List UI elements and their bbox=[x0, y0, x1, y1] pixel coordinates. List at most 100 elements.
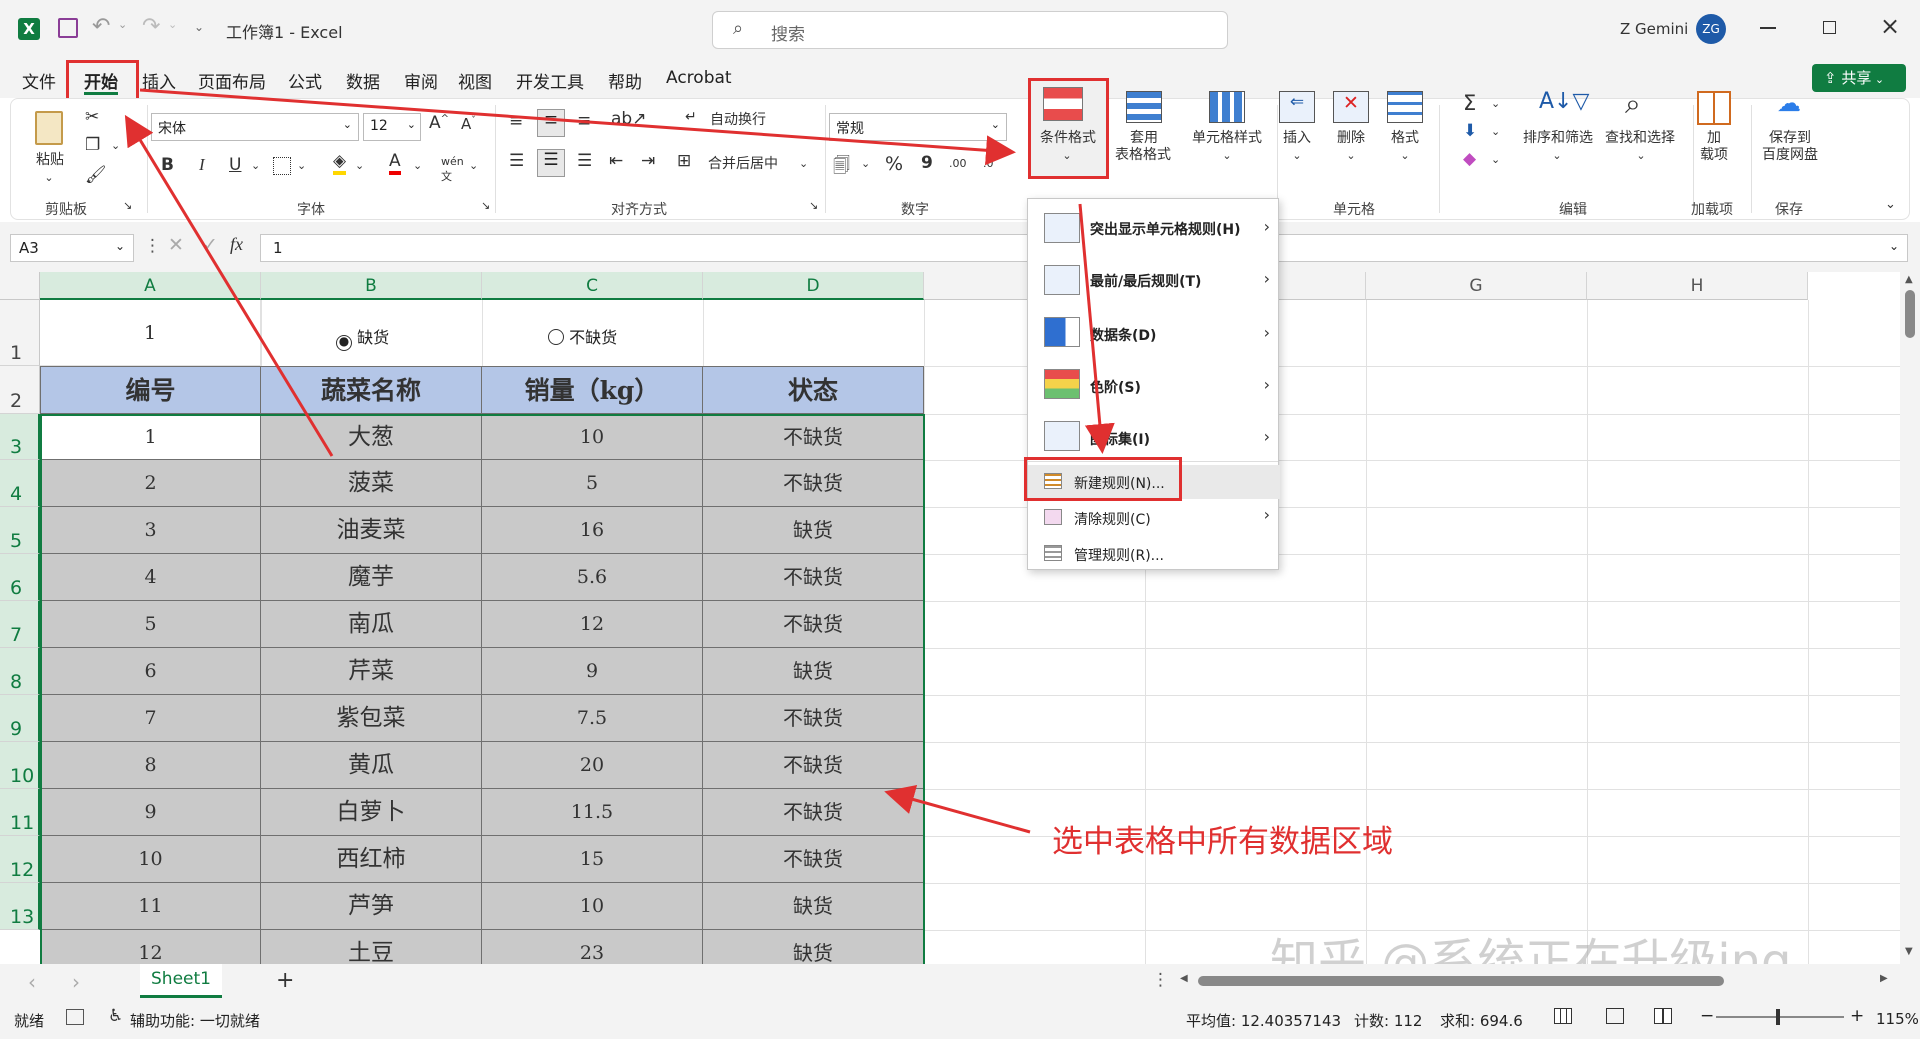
phonetic-dropdown-icon[interactable]: ⌄ bbox=[469, 159, 478, 172]
data-cell[interactable]: 芹菜 bbox=[261, 648, 482, 695]
tab-developer[interactable]: 开发工具 bbox=[516, 68, 584, 93]
cell-a1[interactable]: 1 bbox=[40, 300, 261, 366]
row-header[interactable]: 4 bbox=[0, 460, 40, 507]
cut-icon[interactable]: ✂ bbox=[85, 107, 99, 127]
data-cell[interactable]: 1 bbox=[40, 414, 261, 460]
increase-decimal-button[interactable]: .00 bbox=[949, 157, 967, 170]
find-select-label[interactable]: 查找和选择 bbox=[1597, 129, 1683, 147]
column-header[interactable]: D bbox=[703, 272, 924, 300]
tab-insert[interactable]: 插入 bbox=[142, 68, 176, 93]
border-icon[interactable] bbox=[273, 157, 291, 175]
zoom-out-icon[interactable]: − bbox=[1700, 1006, 1714, 1026]
undo-dropdown-icon[interactable]: ⌄ bbox=[118, 18, 127, 31]
fill-down-icon[interactable]: ⬇ bbox=[1463, 121, 1477, 141]
row-header[interactable]: 11 bbox=[0, 789, 40, 836]
format-as-table-icon[interactable] bbox=[1126, 91, 1162, 123]
menu-clear-rules[interactable]: 清除规则(C) › bbox=[1028, 501, 1280, 535]
merge-dropdown-icon[interactable]: ⌄ bbox=[799, 157, 808, 170]
name-box[interactable]: A3 ⌄ bbox=[10, 234, 134, 262]
shrink-font-icon[interactable]: Aˇ bbox=[461, 115, 476, 133]
add-sheet-icon[interactable]: + bbox=[276, 968, 294, 993]
comma-style-button[interactable]: 9 bbox=[921, 153, 933, 173]
align-right-icon[interactable]: ☰ bbox=[577, 151, 592, 171]
insert-cells-label[interactable]: 插入 bbox=[1277, 129, 1317, 147]
format-painter-icon[interactable]: 🖌 bbox=[85, 165, 107, 185]
autosum-dropdown-icon[interactable]: ⌄ bbox=[1491, 97, 1500, 110]
data-cell[interactable]: 缺货 bbox=[703, 930, 924, 964]
menu-data-bars[interactable]: 数据条(D) › bbox=[1028, 309, 1280, 355]
wrap-text-icon[interactable]: ↵ bbox=[685, 109, 697, 125]
row-header[interactable]: 8 bbox=[0, 648, 40, 695]
scrollbar-thumb[interactable] bbox=[1905, 290, 1915, 338]
tab-file[interactable]: 文件 bbox=[22, 68, 56, 93]
data-cell[interactable]: 南瓜 bbox=[261, 601, 482, 648]
save-to-netdisk-label-2[interactable]: 百度网盘 bbox=[1755, 146, 1825, 164]
align-bottom-icon[interactable]: ≡ bbox=[577, 111, 591, 131]
row-header[interactable]: 6 bbox=[0, 554, 40, 601]
add-ins-icon[interactable] bbox=[1697, 91, 1731, 125]
grow-font-icon[interactable]: A^ bbox=[429, 113, 449, 133]
data-cell[interactable]: 白萝卜 bbox=[261, 789, 482, 836]
data-cell[interactable]: 2 bbox=[40, 460, 261, 507]
tab-data[interactable]: 数据 bbox=[346, 68, 380, 93]
delete-cells-icon[interactable]: ✕ bbox=[1333, 91, 1369, 123]
add-ins-label-1[interactable]: 加 bbox=[1695, 129, 1733, 147]
data-cell[interactable]: 魔芋 bbox=[261, 554, 482, 601]
column-header[interactable]: H bbox=[1587, 272, 1808, 300]
font-launcher-icon[interactable]: ↘ bbox=[481, 199, 490, 212]
column-header[interactable]: B bbox=[261, 272, 482, 300]
fill-color-dropdown-icon[interactable]: ⌄ bbox=[355, 159, 364, 172]
bold-button[interactable]: B bbox=[161, 155, 174, 175]
menu-highlight-cells-rules[interactable]: 突出显示单元格规则(H) › bbox=[1028, 205, 1280, 251]
clear-dropdown-icon[interactable]: ⌄ bbox=[1491, 153, 1500, 166]
prev-sheet-icon[interactable]: ‹ bbox=[28, 970, 36, 994]
accounting-dropdown-icon[interactable]: ⌄ bbox=[861, 157, 870, 170]
data-cell[interactable]: 油麦菜 bbox=[261, 507, 482, 554]
data-cell[interactable]: 缺货 bbox=[703, 507, 924, 554]
expand-formula-icon[interactable]: ⌄ bbox=[1889, 239, 1899, 253]
data-cell[interactable]: 10 bbox=[482, 883, 703, 930]
accessibility-icon[interactable]: ♿ bbox=[108, 1006, 123, 1026]
data-cell[interactable]: 紫包菜 bbox=[261, 695, 482, 742]
redo-icon[interactable]: ↷ bbox=[142, 14, 160, 39]
row-header[interactable]: 10 bbox=[0, 742, 40, 789]
horizontal-scrollbar-thumb[interactable] bbox=[1198, 976, 1724, 986]
alignment-launcher-icon[interactable]: ↘ bbox=[809, 199, 818, 212]
merge-center-icon[interactable]: ⊞ bbox=[677, 151, 691, 171]
tab-review[interactable]: 审阅 bbox=[404, 68, 438, 93]
data-cell[interactable]: 9 bbox=[482, 648, 703, 695]
row-header[interactable]: 2 bbox=[0, 366, 40, 414]
data-cell[interactable]: 缺货 bbox=[703, 648, 924, 695]
header-cell[interactable]: 蔬菜名称 bbox=[261, 366, 482, 414]
accounting-format-icon[interactable]: 🗐 bbox=[833, 153, 850, 182]
status-sum[interactable]: 求和: 694.6 bbox=[1440, 1010, 1523, 1031]
orientation-icon[interactable]: ab↗ bbox=[611, 109, 646, 129]
column-header[interactable]: A bbox=[40, 272, 261, 300]
format-as-table-label-2[interactable]: 表格格式 bbox=[1105, 146, 1181, 164]
sort-filter-icon[interactable]: A↓▽ bbox=[1539, 89, 1589, 114]
column-header[interactable]: G bbox=[1366, 272, 1587, 300]
page-layout-view-icon[interactable] bbox=[1606, 1008, 1624, 1024]
merge-center-label[interactable]: 合并后居中 bbox=[701, 155, 785, 173]
menu-color-scales[interactable]: 色阶(S) › bbox=[1028, 361, 1280, 407]
scroll-up-icon[interactable]: ▲ bbox=[1905, 274, 1913, 285]
data-cell[interactable]: 12 bbox=[482, 601, 703, 648]
data-cell[interactable]: 4 bbox=[40, 554, 261, 601]
add-ins-label-2[interactable]: 载项 bbox=[1695, 146, 1733, 164]
page-break-view-icon[interactable] bbox=[1654, 1008, 1672, 1024]
zoom-slider[interactable] bbox=[1716, 1016, 1844, 1018]
cell-styles-label[interactable]: 单元格样式 bbox=[1181, 129, 1273, 147]
data-cell[interactable]: 不缺货 bbox=[703, 695, 924, 742]
select-all-corner[interactable] bbox=[0, 272, 40, 300]
align-center-icon[interactable]: ☰ bbox=[537, 149, 565, 177]
baidu-netdisk-icon[interactable]: ☁ bbox=[1777, 89, 1801, 117]
zoom-in-icon[interactable]: + bbox=[1850, 1006, 1864, 1026]
font-name-select[interactable]: 宋体⌄ bbox=[151, 113, 359, 141]
enter-icon[interactable]: ✓ bbox=[202, 234, 218, 256]
format-cells-icon[interactable] bbox=[1387, 91, 1423, 123]
data-cell[interactable]: 5 bbox=[40, 601, 261, 648]
fill-color-icon[interactable]: ◈ bbox=[333, 151, 346, 175]
menu-top-bottom-rules[interactable]: 最前/最后规则(T) › bbox=[1028, 257, 1280, 303]
sort-dropdown-icon[interactable]: ⌄ bbox=[1547, 147, 1567, 165]
underline-button[interactable]: U bbox=[229, 155, 241, 175]
